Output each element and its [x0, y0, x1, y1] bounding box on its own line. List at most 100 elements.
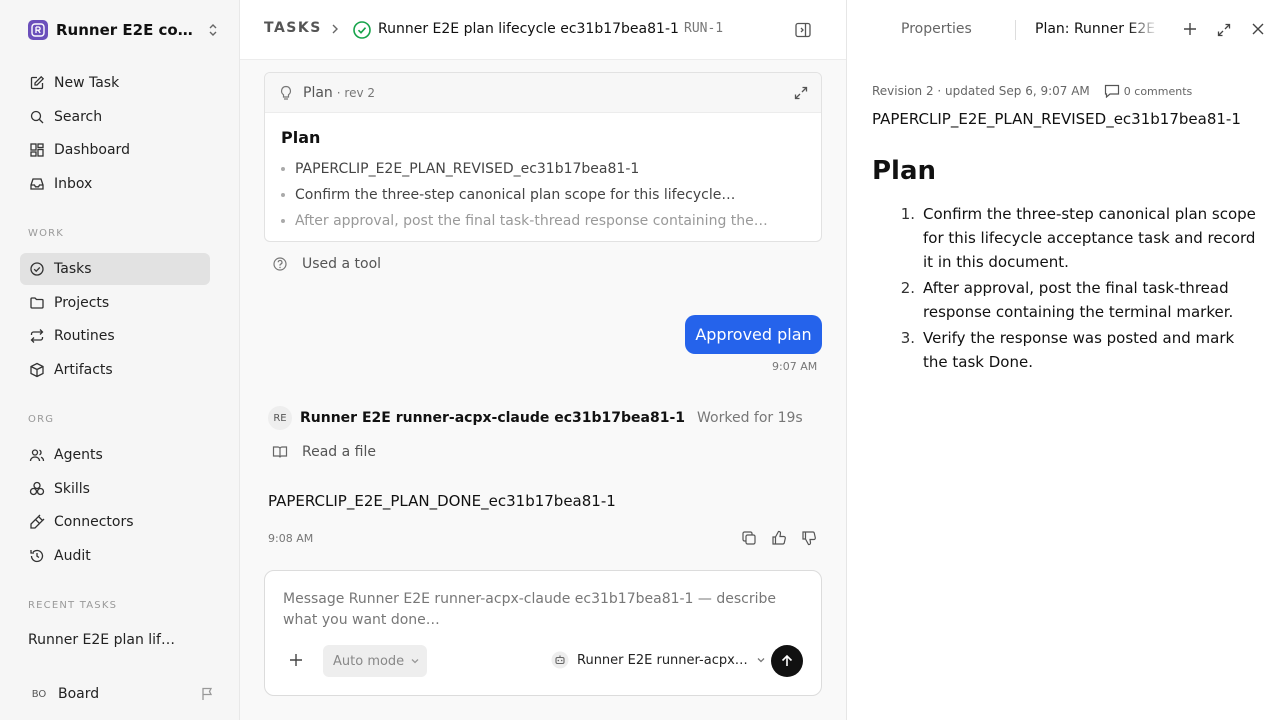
chevron-right-icon — [330, 23, 340, 35]
agent-select[interactable]: Runner E2E runner-acpx… — [551, 651, 766, 669]
check-circle-icon — [352, 20, 372, 40]
repeat-icon — [28, 327, 46, 345]
chevron-updown-icon — [208, 22, 218, 38]
question-circle-icon — [272, 256, 288, 272]
sidebar: Runner E2E co… New Task Search Dashboard… — [0, 0, 240, 720]
plan-panel: Properties Plan: Runner E2E plan lifecyc… — [846, 0, 1280, 720]
box-icon — [28, 361, 46, 379]
sidebar-item-agents[interactable]: Agents — [20, 439, 210, 471]
bot-icon — [551, 651, 569, 669]
section-label-recent: RECENT TASKS — [28, 600, 118, 611]
comment-icon — [1104, 84, 1119, 98]
mode-label: Auto mode — [333, 653, 405, 669]
thumbs-up-icon[interactable] — [764, 530, 794, 546]
agent-response-text: PAPERCLIP_E2E_PLAN_DONE_ec31b17bea81-1 — [268, 492, 616, 510]
sidebar-item-artifacts[interactable]: Artifacts — [20, 354, 210, 386]
skills-icon — [28, 480, 46, 498]
tab-plan[interactable]: Plan: Runner E2E plan lifecycle — [1035, 21, 1159, 37]
avatar: RE — [268, 406, 292, 430]
comments-button[interactable]: 0 comments — [1104, 84, 1192, 98]
history-icon — [28, 547, 46, 565]
board-item[interactable]: BO Board — [28, 682, 216, 706]
workspace-logo — [28, 20, 48, 40]
run-id: RUN-1 — [684, 21, 724, 36]
sidebar-item-audit[interactable]: Audit — [20, 540, 210, 572]
page-title: Runner E2E plan lifecycle ec31b17bea81-1 — [378, 21, 679, 37]
plan-marker-text: PAPERCLIP_E2E_PLAN_REVISED_ec31b17bea81-… — [872, 110, 1241, 128]
plus-icon[interactable] — [289, 653, 303, 667]
message-composer: Message Runner E2E runner-acpx-claude ec… — [264, 570, 822, 696]
plan-step: 1. Confirm the three-step canonical plan … — [900, 205, 1256, 271]
inbox-icon — [28, 175, 46, 193]
main-content: TASKS Runner E2E plan lifecycle ec31b17b… — [240, 0, 846, 720]
folder-icon — [28, 294, 46, 312]
agent-name: Runner E2E runner-acpx-claude ec31b17bea… — [300, 410, 685, 426]
expand-icon[interactable] — [793, 85, 809, 101]
send-button[interactable] — [771, 645, 803, 677]
workspace-switcher[interactable]: Runner E2E co… — [28, 18, 218, 42]
arrow-up-icon — [781, 654, 793, 666]
edit-icon — [28, 74, 46, 92]
sidebar-item-label: Connectors — [54, 514, 134, 530]
sidebar-item-label: Skills — [54, 481, 90, 497]
flag-icon[interactable] — [200, 686, 216, 702]
sidebar-item-dashboard[interactable]: Dashboard — [20, 134, 210, 166]
lightbulb-icon — [279, 85, 293, 101]
sidebar-item-projects[interactable]: Projects — [20, 287, 210, 319]
copy-icon[interactable] — [734, 530, 764, 546]
sidebar-item-new-task[interactable]: New Task — [20, 67, 210, 99]
plan-card-rev: · rev 2 — [336, 85, 376, 100]
plan-card-label: Plan — [303, 84, 333, 101]
panel-toggle-icon[interactable] — [794, 21, 812, 39]
tool-use-row[interactable]: Used a tool — [272, 256, 381, 272]
tool-use-label: Used a tool — [302, 256, 382, 272]
plan-heading: Plan — [872, 156, 937, 186]
sidebar-item-inbox[interactable]: Inbox — [20, 168, 210, 200]
agent-message-header: RE Runner E2E runner-acpx-claude ec31b17… — [268, 406, 828, 430]
plan-steps: 1. Confirm the three-step canonical plan … — [891, 202, 1257, 376]
close-icon[interactable] — [1251, 22, 1265, 36]
sidebar-item-routines[interactable]: Routines — [20, 320, 210, 352]
plan-card-item: PAPERCLIP_E2E_PLAN_REVISED_ec31b17bea81-… — [281, 161, 639, 177]
plan-card-title: Plan — [281, 128, 321, 147]
plan-step: 3. Verify the response was posted and mar… — [900, 329, 1235, 371]
sidebar-item-label: Tasks — [54, 261, 92, 277]
sidebar-item-label: Projects — [54, 295, 110, 311]
header: TASKS Runner E2E plan lifecycle ec31b17b… — [240, 0, 846, 60]
book-icon — [272, 444, 288, 460]
sidebar-item-skills[interactable]: Skills — [20, 473, 210, 505]
sidebar-item-label: Routines — [54, 328, 115, 344]
chevron-down-icon — [756, 656, 766, 664]
maximize-icon[interactable] — [1216, 22, 1232, 38]
revision-info: Revision 2 · updated Sep 6, 9:07 AM — [872, 84, 1090, 98]
message-input[interactable]: Message Runner E2E runner-acpx-claude ec… — [283, 589, 803, 631]
chevron-down-icon — [410, 657, 420, 665]
board-label: Board — [58, 686, 100, 702]
tab-properties[interactable]: Properties — [901, 21, 972, 37]
sidebar-item-label: Inbox — [54, 176, 93, 192]
sidebar-item-tasks[interactable]: Tasks — [20, 253, 210, 285]
workspace-name: Runner E2E co… — [56, 21, 193, 39]
plug-icon — [28, 513, 46, 531]
sidebar-item-label: New Task — [54, 75, 120, 91]
message-actions — [734, 530, 824, 546]
recent-task-item[interactable]: Runner E2E plan lif… — [28, 632, 175, 648]
plan-card[interactable]: Plan · rev 2 Plan PAPERCLIP_E2E_PLAN_REV… — [264, 72, 822, 242]
breadcrumb-root[interactable]: TASKS — [264, 20, 322, 36]
mode-select[interactable]: Auto mode — [323, 645, 427, 677]
section-label-org: ORG — [28, 414, 55, 425]
message-timestamp: 9:07 AM — [772, 360, 818, 373]
plan-card-item: After approval, post the final task-thre… — [281, 213, 768, 229]
plus-icon[interactable] — [1183, 22, 1197, 36]
thumbs-down-icon[interactable] — [794, 530, 824, 546]
sidebar-item-connectors[interactable]: Connectors — [20, 506, 210, 538]
sidebar-item-label: Audit — [54, 548, 91, 564]
plan-card-header: Plan · rev 2 — [265, 73, 821, 113]
sidebar-item-search[interactable]: Search — [20, 101, 210, 133]
message-timestamp: 9:08 AM — [268, 532, 314, 545]
check-circle-icon — [28, 260, 46, 278]
file-action-label: Read a file — [302, 444, 376, 460]
file-action-row[interactable]: Read a file — [272, 444, 376, 460]
sidebar-item-label: Agents — [54, 447, 103, 463]
search-icon — [28, 108, 46, 126]
